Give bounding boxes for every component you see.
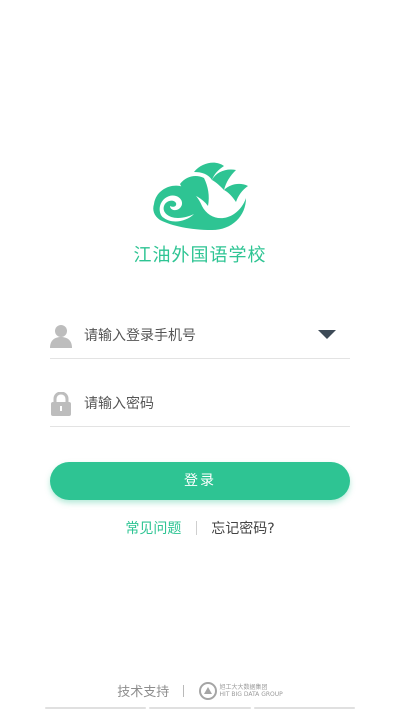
links-divider [195,521,197,535]
faq-link[interactable]: 常见问题 [125,521,181,537]
phone-field[interactable] [50,314,350,359]
tech-support-label: 技术支持 [117,685,170,700]
nav-segment [45,707,147,709]
phone-input[interactable] [84,314,314,358]
login-button[interactable]: 登录 [50,462,350,500]
login-screen: 江油外国语学校 登录 常见问题 忘记密码? 技术支持 旭 [0,0,400,711]
footer-divider [183,684,185,697]
school-name: 江油外国语学校 [133,245,267,266]
password-field[interactable] [50,382,350,427]
footer: 技术支持 旭工大大数据集团 HIT BIG DATA GROUP [0,681,400,701]
password-input[interactable] [84,382,314,426]
nav-segment [149,707,251,709]
bottom-nav-bar [45,707,355,709]
help-links: 常见问题 忘记密码? [0,518,400,538]
forgot-password-link[interactable]: 忘记密码? [211,521,274,537]
lock-icon [51,392,71,416]
group-name: 旭工大大数据集团 [219,683,268,691]
nav-segment [253,707,355,709]
school-logo-icon [153,162,248,230]
group-logo: 旭工大大数据集团 HIT BIG DATA GROUP [198,681,283,700]
group-name-en: HIT BIG DATA GROUP [219,690,283,698]
account-dropdown-icon[interactable] [318,330,336,339]
user-icon [50,325,72,348]
group-logo-icon [198,681,217,700]
